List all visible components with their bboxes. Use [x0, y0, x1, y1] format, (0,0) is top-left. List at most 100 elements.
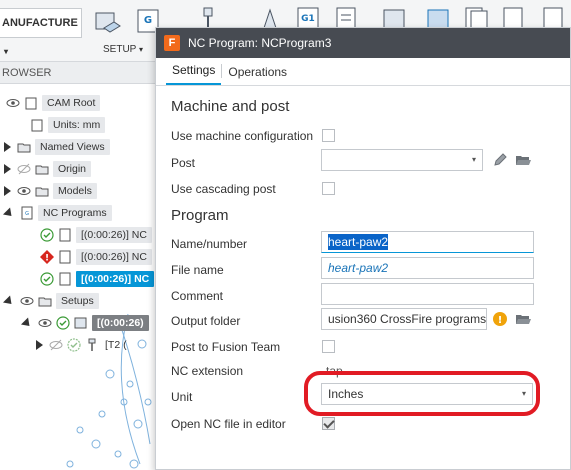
- folder-icon: [35, 165, 49, 175]
- use-machine-config-checkbox[interactable]: [322, 129, 335, 142]
- tree-item-label: [(0:00:26)] NC: [76, 227, 152, 243]
- tree-item-label: [(0:00:26): [92, 315, 149, 331]
- folder-icon: [38, 297, 52, 307]
- collapse-arrow-icon[interactable]: [2, 294, 16, 308]
- drill-icon: [88, 338, 96, 351]
- folder-open-icon[interactable]: [515, 311, 531, 327]
- error-icon: !: [40, 250, 54, 264]
- tree-item-units[interactable]: Units: mm: [30, 115, 106, 135]
- expand-arrow-icon[interactable]: [4, 142, 11, 152]
- nc-program-icon: [59, 228, 71, 242]
- collapse-arrow-icon[interactable]: [20, 316, 34, 330]
- name-number-label: Name/number: [171, 237, 248, 251]
- tree-item-label: Setups: [56, 293, 99, 309]
- tree-item-label: CAM Root: [42, 95, 101, 111]
- tree-item-nc-program-1[interactable]: [(0:00:26)] NC: [40, 225, 152, 245]
- nc-program-icon: G: [21, 206, 33, 220]
- nc-extension-value: tap: [326, 364, 343, 378]
- comment-input[interactable]: [321, 283, 534, 305]
- post-dropdown[interactable]: ▾: [321, 149, 483, 171]
- output-folder-label: Output folder: [171, 314, 241, 328]
- dialog-tabs: Settings Operations: [156, 58, 570, 86]
- workspace-menu-button[interactable]: ANUFACTURE ▾: [0, 8, 82, 56]
- machine-post-heading: Machine and post: [171, 98, 290, 115]
- file-name-value: heart-paw2: [328, 261, 389, 275]
- svg-text:!: !: [45, 254, 49, 264]
- unit-label: Unit: [171, 390, 193, 404]
- eye-icon[interactable]: [6, 96, 20, 110]
- eye-hidden-icon[interactable]: [17, 162, 31, 176]
- tree-item-label: Models: [53, 183, 97, 199]
- eye-icon[interactable]: [38, 316, 52, 330]
- post-label: Post: [171, 156, 196, 170]
- file-name-input[interactable]: heart-paw2: [321, 257, 534, 279]
- setup-icon: [74, 317, 87, 329]
- check-circle-icon: [67, 338, 81, 352]
- tree-item-label: NC Programs: [38, 205, 112, 221]
- use-cascading-post-checkbox[interactable]: [322, 182, 335, 195]
- tree-item-setup-1[interactable]: [(0:00:26): [20, 313, 149, 333]
- g1-icon-text: G1: [301, 14, 315, 24]
- chevron-down-icon: ▾: [521, 389, 526, 398]
- output-folder-input[interactable]: usion360 CrossFire programs: [321, 308, 487, 330]
- tree-item-origin[interactable]: Origin: [4, 159, 92, 179]
- nc-program-icon: [59, 250, 71, 264]
- setup-menu-button[interactable]: SETUP ▾: [103, 44, 143, 55]
- g-icon-text: G: [144, 15, 152, 26]
- chevron-down-icon: ▾: [471, 155, 476, 164]
- tree-item-models[interactable]: Models: [4, 181, 97, 201]
- output-folder-value: usion360 CrossFire programs: [328, 312, 487, 326]
- document-icon: [31, 119, 43, 132]
- folder-open-icon[interactable]: [515, 152, 531, 168]
- tree-item-operation[interactable]: [T2 (: [36, 335, 129, 355]
- tree-item-cam-root[interactable]: CAM Root: [6, 93, 101, 113]
- browser-panel: ROWSER CAM Root Units: mm Named Views Or…: [0, 62, 160, 470]
- tree-item-label: Origin: [53, 161, 92, 177]
- setup-icon[interactable]: [94, 10, 122, 36]
- check-circle-icon: [40, 272, 54, 286]
- open-nc-file-label: Open NC file in editor: [171, 417, 286, 431]
- open-nc-file-checkbox[interactable]: [322, 417, 335, 430]
- edit-pencil-icon[interactable]: [492, 152, 508, 168]
- eye-icon[interactable]: [20, 294, 34, 308]
- nc-program-dialog: F NC Program: NCProgram3 Settings Operat…: [155, 27, 571, 470]
- tab-settings[interactable]: Settings: [166, 63, 222, 85]
- tree-item-nc-program-2[interactable]: ! [(0:00:26)] NC: [40, 247, 152, 267]
- nc-program-icon: [59, 272, 71, 286]
- info-warning-icon[interactable]: !: [492, 311, 508, 327]
- chevron-down-icon: ▾: [138, 45, 143, 54]
- tree-item-label: [(0:00:26)] NC: [76, 249, 152, 265]
- eye-hidden-icon[interactable]: [49, 338, 63, 352]
- chevron-down-icon: ▾: [4, 47, 9, 56]
- folder-icon: [35, 187, 49, 197]
- post-to-team-label: Post to Fusion Team: [171, 340, 281, 354]
- tree-item-nc-program-3[interactable]: [(0:00:26)] NC: [40, 269, 155, 289]
- setup-label: SETUP: [103, 44, 137, 55]
- tree-item-named-views[interactable]: Named Views: [4, 137, 110, 157]
- tree-item-nc-programs[interactable]: G NC Programs: [2, 203, 112, 223]
- unit-dropdown[interactable]: Inches ▾: [321, 383, 533, 405]
- folder-icon: [17, 143, 31, 153]
- info-icon-text: !: [498, 315, 503, 326]
- file-name-label: File name: [171, 263, 224, 277]
- tree-item-label: [(0:00:26)] NC: [76, 271, 155, 287]
- collapse-arrow-icon[interactable]: [2, 206, 16, 220]
- tab-operations[interactable]: Operations: [222, 65, 293, 85]
- tree-item-setups[interactable]: Setups: [2, 291, 99, 311]
- tree-item-label: Units: mm: [48, 117, 106, 133]
- workspace-label: ANUFACTURE: [2, 17, 78, 29]
- use-machine-config-label: Use machine configuration: [171, 129, 314, 143]
- browser-header: ROWSER: [0, 62, 160, 84]
- nc-extension-label: NC extension: [171, 364, 244, 378]
- comment-label: Comment: [171, 289, 224, 303]
- post-to-team-checkbox[interactable]: [322, 340, 335, 353]
- tree-item-label: Named Views: [35, 139, 110, 155]
- expand-arrow-icon[interactable]: [4, 186, 11, 196]
- expand-arrow-icon[interactable]: [36, 340, 43, 350]
- eye-icon[interactable]: [17, 184, 31, 198]
- check-circle-icon: [40, 228, 54, 242]
- expand-arrow-icon[interactable]: [4, 164, 11, 174]
- dialog-titlebar[interactable]: F NC Program: NCProgram3: [156, 28, 570, 58]
- unit-value: Inches: [328, 387, 364, 401]
- name-number-input[interactable]: heart-paw2: [321, 231, 534, 253]
